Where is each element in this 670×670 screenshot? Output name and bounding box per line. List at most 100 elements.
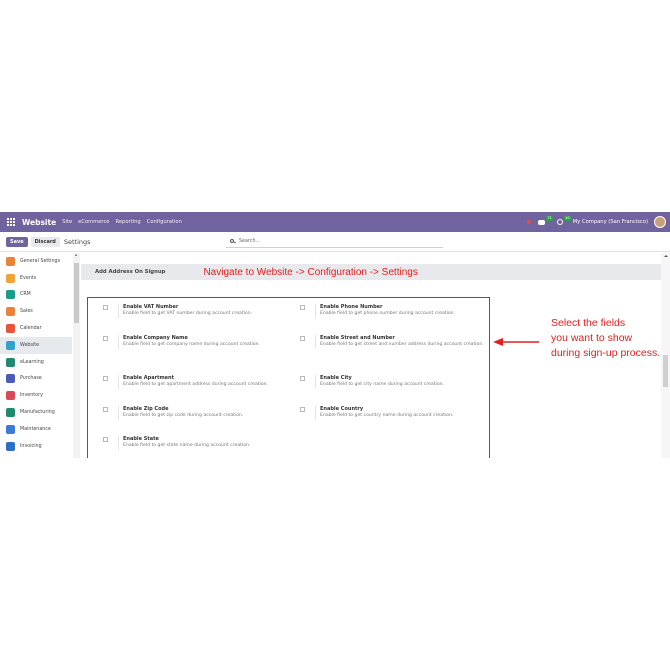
checkbox[interactable] <box>103 376 108 381</box>
setting-description: Enable field to get street and number ad… <box>320 342 484 347</box>
setting-title: Enable Apartment <box>123 375 175 381</box>
app-name[interactable]: Website <box>22 218 56 227</box>
checkbox[interactable] <box>103 407 108 412</box>
setting-title: Enable City <box>320 375 352 381</box>
sidebar-item-label: Invoicing <box>20 443 42 449</box>
sidebar-item-purchase[interactable]: Purchase <box>0 371 72 388</box>
setting-description: Enable field to get state name during ac… <box>123 443 251 448</box>
website-icon <box>6 340 15 350</box>
sidebar-item-calendar[interactable]: Calendar <box>0 320 72 337</box>
control-panel: Save Discard Settings Search... <box>0 232 670 252</box>
menu-reporting[interactable]: Reporting <box>116 219 141 225</box>
gear-icon <box>6 256 15 266</box>
annotation-arrow-icon <box>493 338 539 346</box>
setting-description: Enable field to get country name during … <box>320 413 454 418</box>
company-switcher[interactable]: My Company (San Francisco) <box>573 219 648 225</box>
checkbox[interactable] <box>300 305 305 310</box>
elearning-icon <box>6 357 15 367</box>
checkbox[interactable] <box>300 336 305 341</box>
setting-street-number[interactable]: Enable Street and Number Enable field to … <box>300 335 486 349</box>
sidebar-item-label: Website <box>20 342 40 348</box>
manufacturing-icon <box>6 408 15 418</box>
setting-title: Enable State <box>123 436 159 442</box>
chat-icon[interactable]: 71 <box>537 216 553 227</box>
crm-icon <box>6 290 15 300</box>
setting-title: Enable Company Name <box>123 335 188 341</box>
purchase-icon <box>6 374 15 384</box>
setting-phone-number[interactable]: Enable Phone Number Enable field to get p… <box>300 304 486 318</box>
setting-description: Enable field to get apartment address du… <box>123 382 269 387</box>
sidebar-item-label: Inventory <box>20 393 43 399</box>
scroll-up-icon[interactable] <box>663 255 668 257</box>
scrollbar-thumb[interactable] <box>74 263 79 323</box>
main-scrollbar[interactable] <box>661 253 670 458</box>
side-annotation: Select the fields you want to show durin… <box>551 316 663 361</box>
sidebar-item-sales[interactable]: Sales <box>0 303 72 320</box>
apps-menu-icon[interactable] <box>3 212 19 232</box>
calendar-icon <box>6 324 15 334</box>
sidebar-item-website[interactable]: Website <box>0 336 72 354</box>
sidebar-list: General Settings Events CRM Sales Calend… <box>0 253 72 455</box>
scroll-up-icon[interactable] <box>75 254 77 256</box>
section-header: Add Address On Signup Navigate to Websit… <box>81 264 661 280</box>
checkbox[interactable] <box>300 407 305 412</box>
sidebar-item-label: Sales <box>20 309 33 315</box>
sidebar-item-label: Manufacturing <box>20 410 55 416</box>
page-title: Settings <box>63 237 91 246</box>
events-icon <box>6 273 15 283</box>
maintenance-icon <box>6 424 15 434</box>
status-dot-icon <box>526 220 531 224</box>
user-avatar[interactable] <box>654 216 666 228</box>
navigation-annotation: Navigate to Website -> Configuration -> … <box>203 266 418 278</box>
sidebar-item-label: CRM <box>20 292 31 298</box>
setting-company-name[interactable]: Enable Company Name Enable field to get c… <box>103 335 293 349</box>
setting-vat-number[interactable]: Enable VAT Number Enable field to get VAT… <box>103 304 293 318</box>
checkbox[interactable] <box>103 336 108 341</box>
checkbox[interactable] <box>300 376 305 381</box>
menu-ecommerce[interactable]: eCommerce <box>78 219 109 225</box>
app-window: Website Site eCommerce Reporting Configu… <box>0 212 670 458</box>
checkbox[interactable] <box>103 437 108 442</box>
sidebar-item-elearning[interactable]: eLearning <box>0 354 72 371</box>
menu-site[interactable]: Site <box>62 219 72 225</box>
setting-city[interactable]: Enable City Enable field to get city name… <box>300 375 486 389</box>
search-placeholder: Search... <box>239 239 261 244</box>
sidebar-item-label: General Settings <box>20 258 61 264</box>
sidebar-item-label: Events <box>20 275 37 281</box>
setting-description: Enable field to get zip code during acco… <box>123 413 244 418</box>
discard-button[interactable]: Discard <box>30 236 60 247</box>
setting-apartment[interactable]: Enable Apartment Enable field to get apar… <box>103 375 293 389</box>
side-annotation-line: during sign-up process. <box>551 347 661 359</box>
setting-description: Enable field to get company name during … <box>123 342 260 347</box>
setting-description: Enable field to get phone number during … <box>320 311 456 316</box>
sidebar-item-label: Calendar <box>20 326 42 332</box>
setting-country[interactable]: Enable Country Enable field to get countr… <box>300 406 486 420</box>
sidebar-item-inventory[interactable]: Inventory <box>0 387 72 404</box>
side-annotation-line: you want to show <box>551 332 633 344</box>
sidebar-item-events[interactable]: Events <box>0 270 72 287</box>
menu-configuration[interactable]: Configuration <box>147 219 182 225</box>
setting-title: Enable Country <box>320 406 364 412</box>
setting-state[interactable]: Enable State Enable field to get state na… <box>103 436 293 450</box>
sidebar-item-general-settings[interactable]: General Settings <box>0 253 72 270</box>
setting-zip-code[interactable]: Enable Zip Code Enable field to get zip c… <box>103 406 293 420</box>
sidebar-item-invoicing[interactable]: Invoicing <box>0 438 72 455</box>
scrollbar-thumb[interactable] <box>663 355 668 387</box>
settings-main: Add Address On Signup Navigate to Websit… <box>81 253 661 458</box>
sidebar-item-manufacturing[interactable]: Manufacturing <box>0 404 72 421</box>
sales-icon <box>6 307 15 317</box>
setting-description: Enable field to get city name during acc… <box>320 382 445 387</box>
checkbox[interactable] <box>103 305 108 310</box>
sidebar-item-crm[interactable]: CRM <box>0 287 72 304</box>
activity-clock-icon[interactable]: 40 <box>555 216 571 227</box>
settings-sidebar: General Settings Events CRM Sales Calend… <box>0 253 80 458</box>
activity-badge: 40 <box>564 216 571 221</box>
search-input[interactable]: Search... <box>226 236 443 248</box>
sidebar-scrollbar[interactable] <box>73 253 80 458</box>
section-title: Add Address On Signup <box>95 269 166 275</box>
side-annotation-line: Select the fields <box>551 317 626 329</box>
sidebar-item-label: Purchase <box>20 376 42 382</box>
save-button[interactable]: Save <box>6 236 28 247</box>
sidebar-item-maintenance[interactable]: Maintenance <box>0 421 72 438</box>
setting-title: Enable Phone Number <box>320 304 383 310</box>
